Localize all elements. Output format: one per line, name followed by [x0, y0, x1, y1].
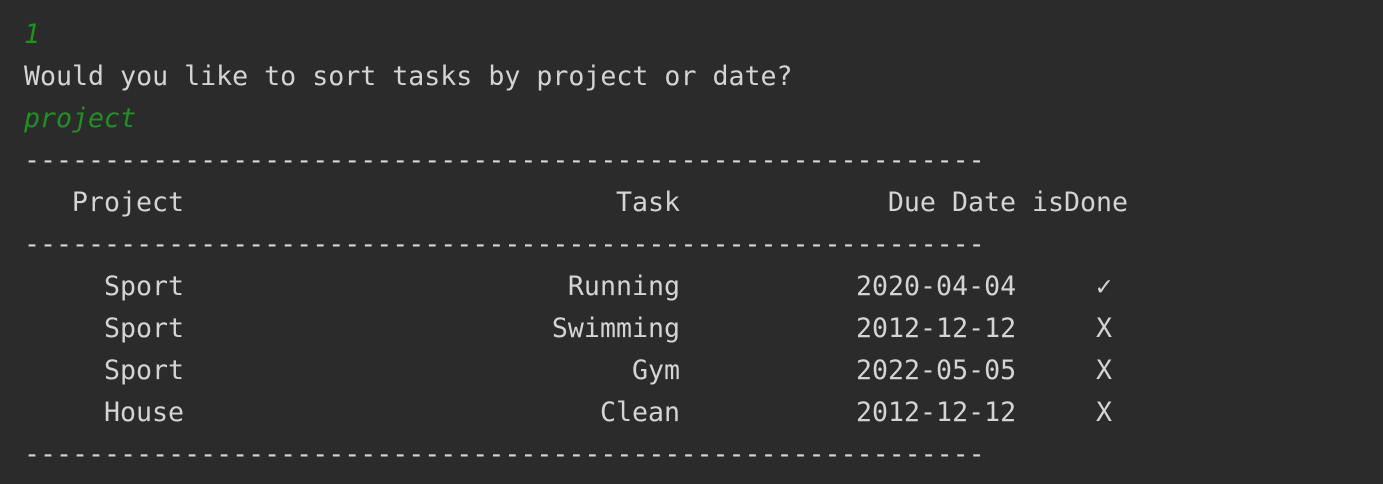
- cell-task: Running: [567, 271, 680, 302]
- cell-is-done: X: [1095, 397, 1112, 428]
- cell-due-date: 2012-12-12: [856, 313, 1017, 344]
- header-is-done: isDone: [1032, 187, 1129, 218]
- header-task: Task: [615, 187, 680, 218]
- cell-project: Sport: [103, 355, 184, 386]
- user-input-line: 1: [24, 19, 41, 50]
- cell-project: Sport: [103, 271, 184, 302]
- console-window: { "console": { "input_1": "1", "prompt":…: [0, 0, 1383, 484]
- separator-line: ----------------------------------------…: [24, 229, 985, 260]
- separator-line: ----------------------------------------…: [24, 439, 985, 470]
- cell-task: Clean: [599, 397, 680, 428]
- cell-is-done: X: [1095, 355, 1112, 386]
- cell-task: Gym: [631, 355, 680, 386]
- cell-project: House: [103, 397, 184, 428]
- cell-is-done: ✓: [1095, 271, 1112, 302]
- cell-due-date: 2020-04-04: [856, 271, 1017, 302]
- prompt-text: Would you like to sort tasks by project …: [24, 61, 793, 92]
- separator-line: ----------------------------------------…: [24, 145, 985, 176]
- cell-due-date: 2012-12-12: [856, 397, 1017, 428]
- header-due-date: Due Date: [887, 187, 1016, 218]
- user-input-line: project: [24, 103, 137, 134]
- header-project: Project: [71, 187, 184, 218]
- cell-due-date: 2022-05-05: [856, 355, 1017, 386]
- cell-project: Sport: [103, 313, 184, 344]
- cell-task: Swimming: [551, 313, 680, 344]
- cell-is-done: X: [1095, 313, 1112, 344]
